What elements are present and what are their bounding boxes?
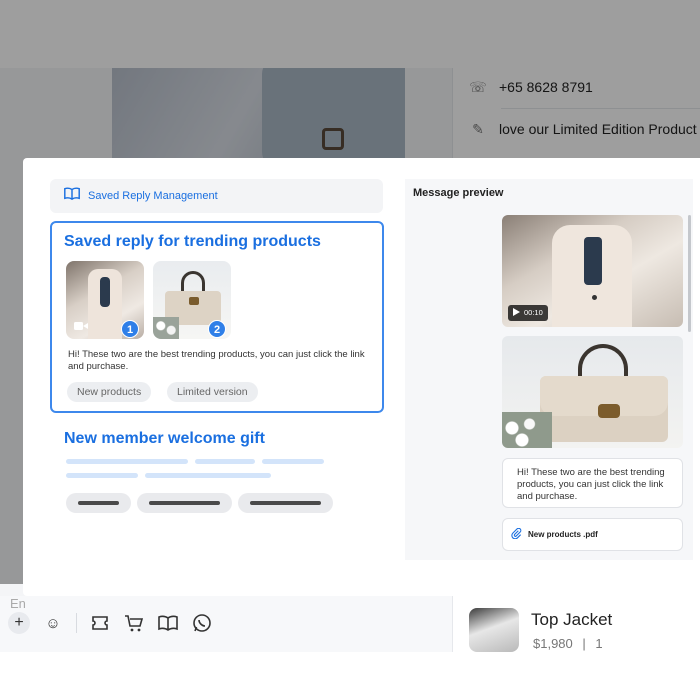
- product-card[interactable]: Top Jacket $1,980 | 1: [452, 596, 700, 652]
- tag-limited-version[interactable]: Limited version: [167, 382, 258, 402]
- skeleton-line: [262, 459, 324, 464]
- preview-file-attachment[interactable]: New products .pdf: [502, 518, 683, 551]
- skeleton-line: [66, 473, 138, 478]
- file-name: New products .pdf: [528, 530, 598, 539]
- tag-new-products[interactable]: New products: [67, 382, 152, 402]
- video-duration-badge: 00:10: [508, 305, 548, 321]
- preview-text-message: Hi! These two are the best trending prod…: [502, 458, 683, 508]
- saved-reply-text: Hi! These two are the best trending prod…: [68, 349, 365, 372]
- saved-reply-modal: Saved Reply Management Saved reply for t…: [23, 158, 700, 596]
- product-meta: $1,980 | 1: [533, 636, 603, 651]
- attachment-number-badge: 2: [208, 320, 226, 338]
- book-icon[interactable]: [157, 612, 179, 634]
- video-duration: 00:10: [524, 308, 543, 317]
- preview-video[interactable]: 00:10: [502, 215, 683, 327]
- saved-reply-card-selected[interactable]: Saved reply for trending products 1 2 Hi…: [50, 221, 384, 413]
- message-input-placeholder[interactable]: En: [10, 596, 26, 611]
- composer-bar: En + ☺: [0, 596, 452, 652]
- video-camera-icon: [74, 321, 88, 331]
- product-name: Top Jacket: [531, 610, 613, 629]
- screen: ☏ +65 8628 8791 ✎ love our Limited Editi…: [0, 0, 700, 700]
- skeleton-tag: [238, 493, 333, 513]
- paperclip-icon: [511, 527, 522, 542]
- composer-toolbar: + ☺: [8, 612, 213, 634]
- preview-title: Message preview: [413, 187, 504, 199]
- emoji-icon[interactable]: ☺: [42, 612, 64, 634]
- ticket-icon[interactable]: [89, 612, 111, 634]
- skeleton-tag: [137, 493, 232, 513]
- product-quantity: 1: [595, 636, 603, 651]
- whatsapp-icon[interactable]: [191, 612, 213, 634]
- header-title: Saved Reply Management: [88, 190, 218, 202]
- preview-image[interactable]: [502, 336, 683, 448]
- message-preview-panel: Message preview 00:10 Hi! These two are …: [405, 179, 693, 560]
- skeleton-line: [195, 459, 255, 464]
- skeleton-line: [145, 473, 271, 478]
- skeleton-line: [66, 459, 188, 464]
- attachment-number-badge: 1: [121, 320, 139, 338]
- play-icon: [513, 308, 520, 316]
- saved-reply-title: Saved reply for trending products: [64, 233, 321, 250]
- toolbar-divider: [76, 613, 77, 633]
- product-separator: |: [582, 636, 586, 651]
- book-icon: [64, 187, 80, 205]
- saved-reply-header[interactable]: Saved Reply Management: [50, 179, 383, 213]
- product-price: $1,980: [533, 636, 573, 651]
- cart-icon[interactable]: [123, 612, 145, 634]
- plus-icon[interactable]: +: [8, 612, 30, 634]
- product-thumbnail: [469, 608, 519, 652]
- preview-scrollbar[interactable]: [688, 215, 691, 332]
- second-reply-title[interactable]: New member welcome gift: [64, 430, 265, 448]
- skeleton-tag: [66, 493, 131, 513]
